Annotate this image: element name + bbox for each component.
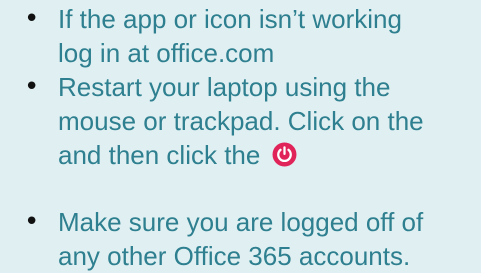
list-item-text: log in at office.com xyxy=(58,38,275,68)
list-item-text: Restart your laptop using the xyxy=(58,72,391,102)
list-item-text-with-icon: and then click the xyxy=(58,138,297,172)
list-item-text: any other Office 365 accounts. xyxy=(58,241,411,271)
list-item-text: If the app or icon isn’t working xyxy=(58,4,402,34)
instruction-panel: • If the app or icon isn’t working log i… xyxy=(0,0,481,271)
power-icon xyxy=(272,142,297,167)
bullet-icon: • xyxy=(24,4,40,34)
list-item-text: Make sure you are logged off of xyxy=(58,207,424,237)
bullet-icon: • xyxy=(24,72,40,102)
list-item-text: mouse or trackpad. Click on the xyxy=(58,106,424,136)
bullet-icon: • xyxy=(24,207,40,237)
list-item-text: and then click the xyxy=(58,140,261,170)
